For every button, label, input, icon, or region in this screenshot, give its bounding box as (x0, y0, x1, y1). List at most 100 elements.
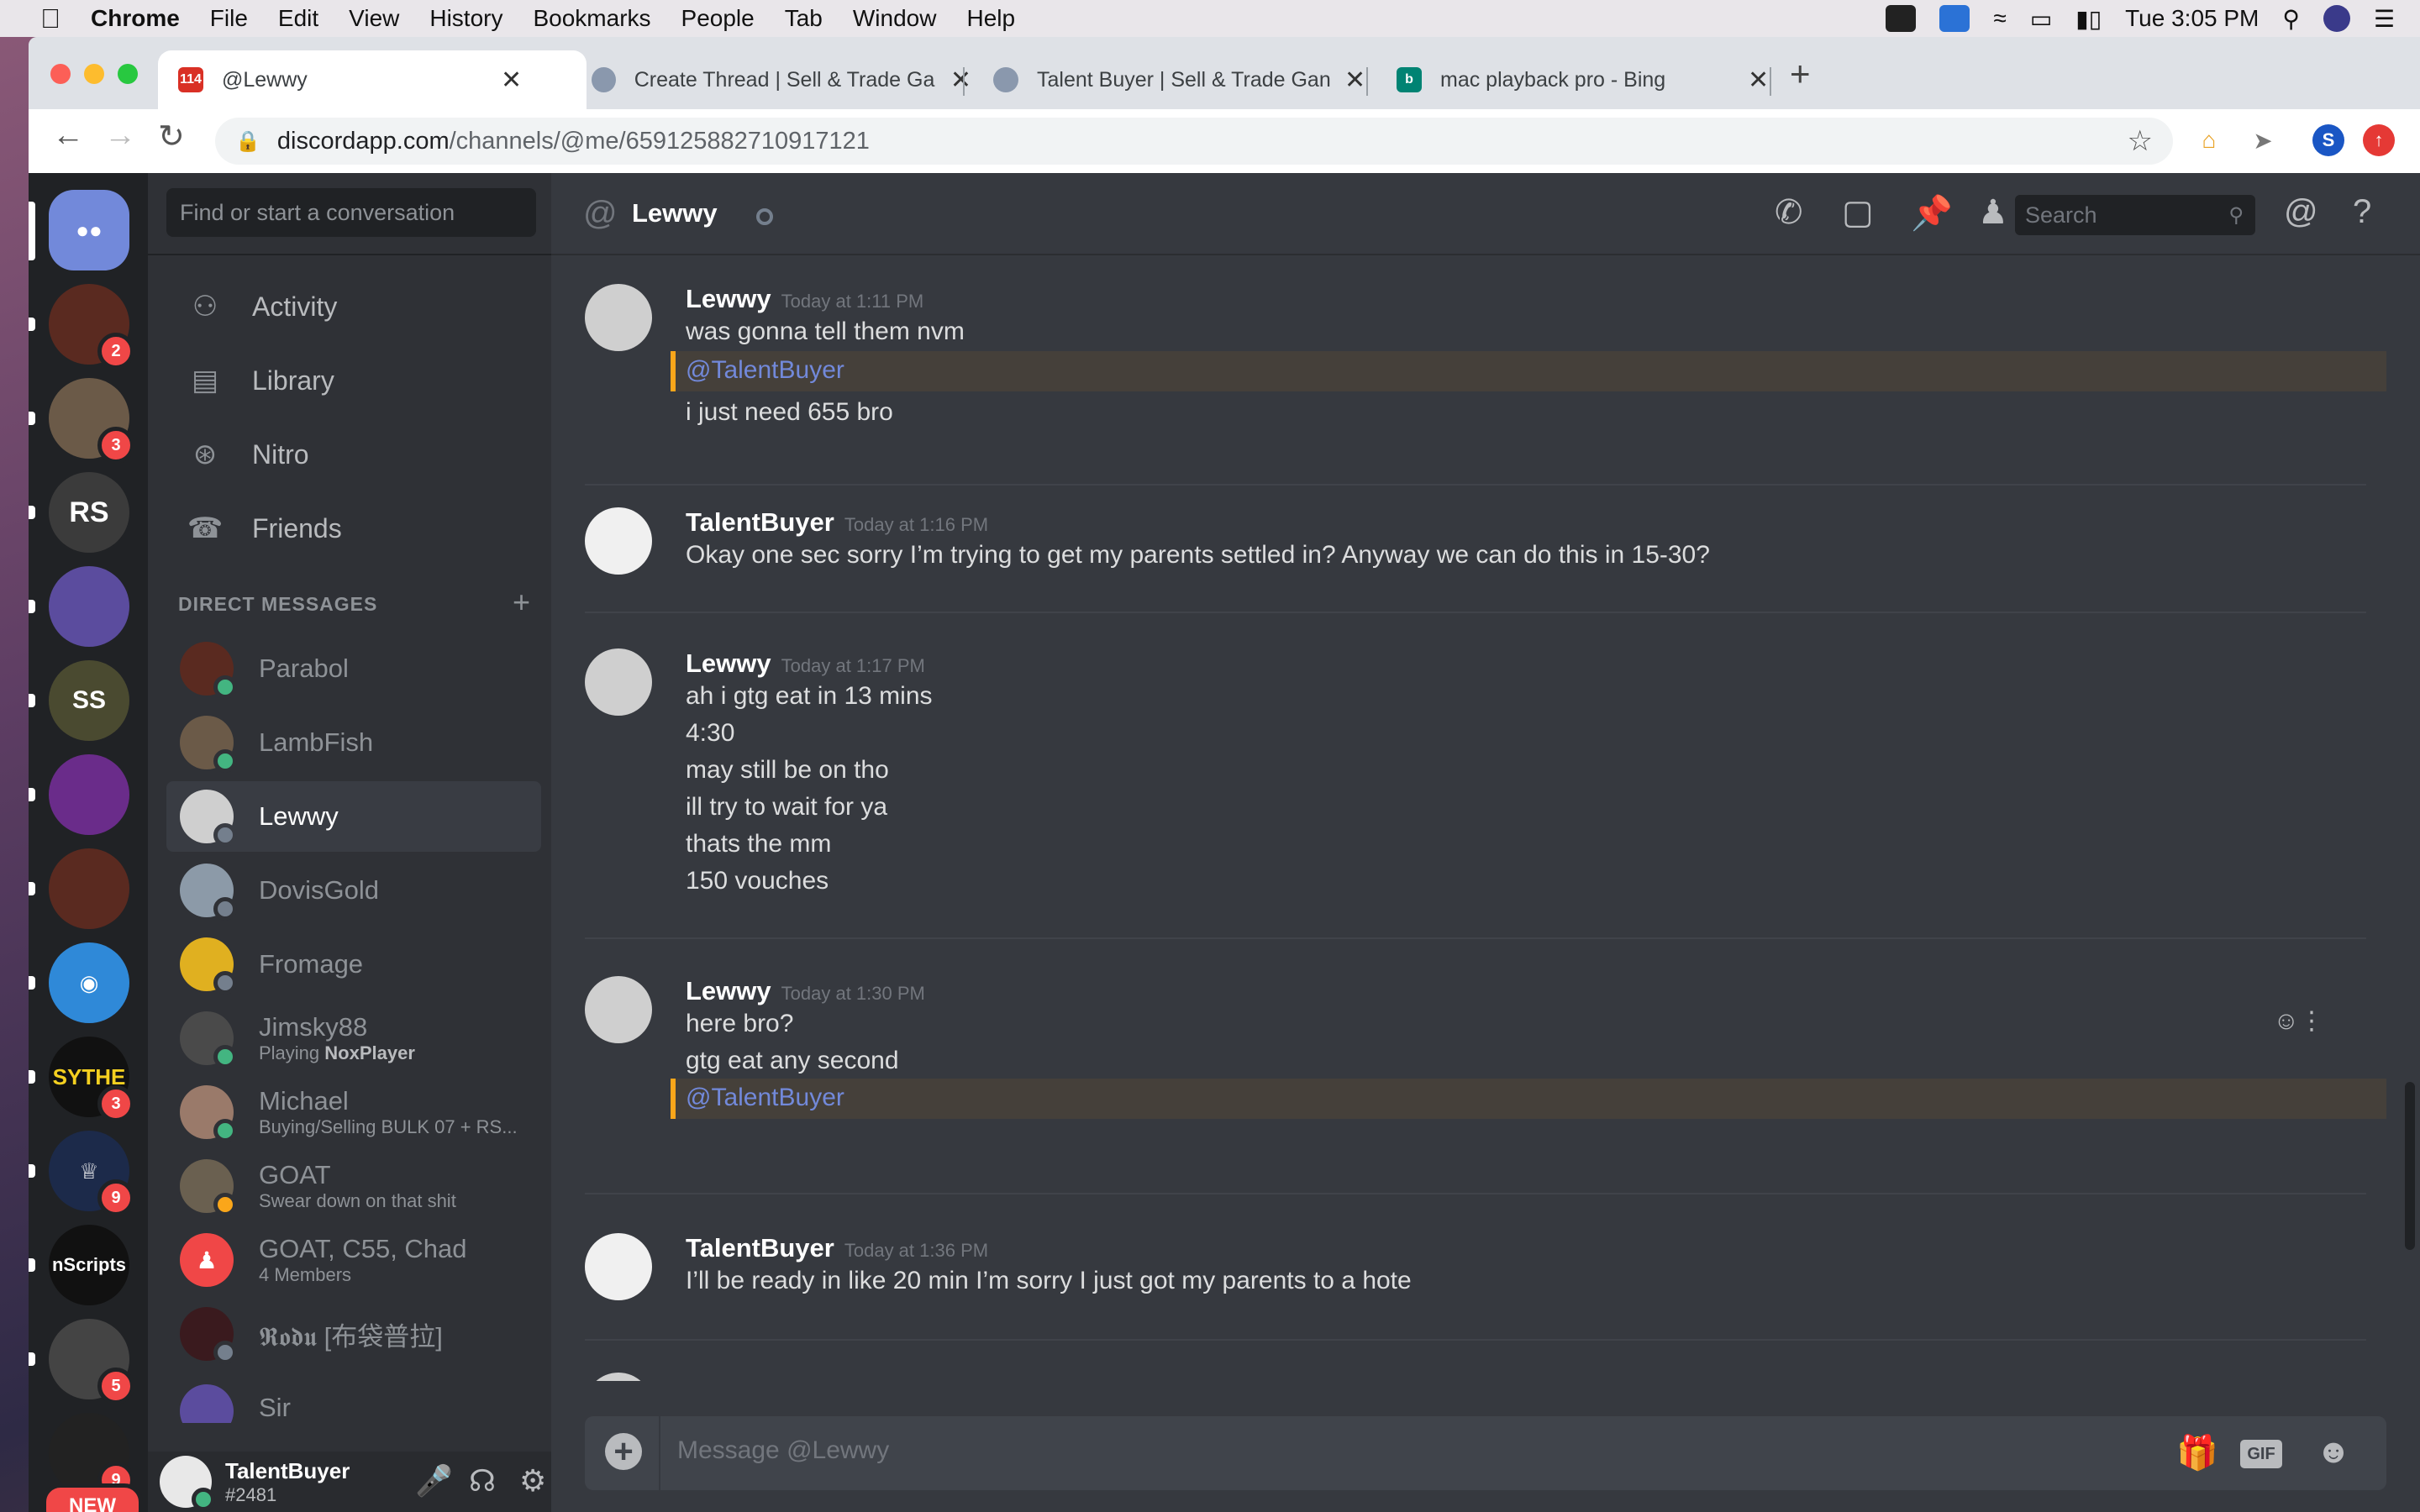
settings-gear-icon[interactable]: ⚙ (519, 1463, 546, 1499)
dm-item-dovisgold[interactable]: DovisGold (166, 855, 541, 926)
extension-bluetooth-icon[interactable]: ➤ (2247, 124, 2279, 156)
nav-activity[interactable]: ⚇ Activity (166, 277, 536, 336)
bookmark-star-icon[interactable]: ☆ (2128, 124, 2153, 158)
mentions-icon[interactable]: @ (2284, 193, 2318, 231)
user-mention[interactable]: @TalentBuyer (686, 356, 844, 385)
dm-item-lambfish[interactable]: LambFish (166, 707, 541, 778)
server-sythe[interactable]: SYTHE 3 (29, 1037, 134, 1122)
close-window-button[interactable] (50, 64, 71, 84)
close-tab-icon[interactable]: ✕ (1748, 66, 1769, 95)
siri-icon[interactable] (2323, 5, 2350, 32)
spotlight-search-icon[interactable]: ⚲ (2282, 5, 2300, 33)
back-arrow-icon[interactable]: ← (52, 118, 84, 154)
add-reaction-icon[interactable]: ☺⋮ (2273, 1006, 2324, 1036)
lock-icon[interactable]: 🔒 (235, 129, 260, 154)
server-purple[interactable] (29, 754, 129, 835)
message-author[interactable]: Lewwy Today at 1:11 PM (686, 284, 923, 314)
author-avatar[interactable] (585, 976, 652, 1043)
nav-library[interactable]: ▤ Library (166, 351, 536, 410)
close-tab-icon[interactable]: ✕ (1344, 66, 1365, 95)
dm-item-fromage[interactable]: Fromage (166, 929, 541, 1000)
zoom-window-button[interactable] (118, 64, 138, 84)
server-ss[interactable]: SS (29, 660, 129, 741)
address-bar[interactable]: 🔒 discordapp.com/channels/@me/6591258827… (215, 118, 2173, 165)
forward-arrow-icon[interactable]: → (104, 118, 136, 154)
notification-center-icon[interactable]: ☰ (2374, 5, 2395, 33)
server-nscripts[interactable]: nScripts (29, 1225, 129, 1305)
mute-microphone-icon[interactable]: 🎤 (415, 1463, 453, 1499)
close-tab-icon[interactable]: ✕ (501, 66, 522, 95)
airplay-icon[interactable]: ▭ (2030, 5, 2052, 33)
clock[interactable]: Tue 3:05 PM (2125, 5, 2259, 32)
dm-item-goat[interactable]: GOAT Swear down on that shit (166, 1151, 541, 1221)
dm-item-parabol[interactable]: Parabol (166, 633, 541, 704)
scrollbar-thumb[interactable] (2405, 1082, 2415, 1250)
server-monkey[interactable]: 3 (29, 378, 134, 464)
menu-bookmarks[interactable]: Bookmarks (533, 5, 650, 32)
menu-history[interactable]: History (429, 5, 502, 32)
help-icon[interactable]: ? (2353, 193, 2371, 231)
menu-app-name[interactable]: Chrome (91, 5, 180, 32)
nav-friends[interactable]: ☎ Friends (166, 499, 536, 558)
discord-home-icon[interactable]: ●● (29, 190, 129, 270)
reload-icon[interactable]: ↻ (158, 118, 185, 155)
wifi-icon[interactable]: ≈ (1993, 5, 2006, 32)
message-author[interactable]: TalentBuyer Today at 1:16 PM (686, 507, 988, 538)
gift-icon[interactable]: 🎁 (2176, 1433, 2218, 1473)
extension-upload-icon[interactable]: ↑ (2363, 124, 2395, 156)
dm-item-group[interactable]: ♟ GOAT, C55, Chad 4 Members (166, 1225, 541, 1295)
app-status-icon[interactable] (1886, 5, 1917, 32)
menu-help[interactable]: Help (966, 5, 1015, 32)
pinned-messages-icon[interactable]: 📌 (1911, 193, 1953, 233)
menu-view[interactable]: View (349, 5, 399, 32)
nav-nitro[interactable]: ⊛ Nitro (166, 425, 536, 484)
apple-menu-icon[interactable]:  (34, 3, 67, 34)
menu-people[interactable]: People (681, 5, 755, 32)
user-mention[interactable]: @TalentBuyer (686, 1084, 844, 1112)
new-tab-icon[interactable]: + (1790, 54, 1811, 94)
upload-plus-icon[interactable]: + (605, 1433, 642, 1470)
author-avatar[interactable] (585, 1373, 652, 1381)
message-input[interactable]: Message @Lewwy (677, 1436, 889, 1465)
author-avatar[interactable] (585, 1233, 652, 1300)
battery-icon[interactable]: ▮▯ (2075, 5, 2102, 33)
server-baoo[interactable]: ♕ 9 (29, 1131, 134, 1216)
dm-item-michael[interactable]: Michael Buying/Selling BULK 07 + RS... (166, 1077, 541, 1147)
message-author[interactable]: TalentBuyer Today at 1:36 PM (686, 1233, 988, 1263)
server-demon[interactable]: 2 (29, 284, 134, 370)
user-info[interactable]: TalentBuyer #2481 (225, 1458, 350, 1506)
headphones-icon[interactable]: ☊ (469, 1463, 496, 1499)
video-call-icon[interactable]: ▢ (1842, 193, 1874, 232)
dm-item-lewwy[interactable]: Lewwy (166, 781, 541, 852)
server-demon-2[interactable] (29, 848, 129, 929)
user-avatar[interactable] (160, 1456, 215, 1511)
menu-edit[interactable]: Edit (278, 5, 318, 32)
emoji-icon[interactable]: ☻ (2316, 1433, 2351, 1471)
message-author[interactable]: Lewwy Today at 1:30 PM (686, 976, 925, 1006)
minimize-window-button[interactable] (84, 64, 104, 84)
add-friend-icon[interactable]: ♟ (1978, 193, 2008, 232)
teamviewer-icon[interactable] (1939, 5, 1970, 32)
menu-tab[interactable]: Tab (785, 5, 823, 32)
message-author[interactable]: Lewwy Today at 1:17 PM (686, 648, 925, 679)
profile-avatar[interactable]: S (2312, 124, 2344, 156)
close-tab-icon[interactable]: ✕ (950, 66, 971, 95)
dm-item-jimsky88[interactable]: Jimsky88 Playing NoxPlayer (166, 1003, 541, 1074)
author-avatar[interactable] (585, 507, 652, 575)
dm-search-input[interactable]: Find or start a conversation (166, 188, 536, 237)
gif-button[interactable]: GIF (2240, 1440, 2282, 1468)
tab-bing[interactable]: b mac playback pro - Bing ✕ (1376, 50, 1776, 109)
author-avatar[interactable] (585, 284, 652, 351)
server-bottom[interactable]: 9 (49, 1413, 134, 1499)
menu-file[interactable]: File (210, 5, 248, 32)
dm-item-sir[interactable]: Sir (166, 1373, 541, 1423)
server-rs[interactable]: RS (29, 472, 129, 553)
dm-item-rodu[interactable]: 𝕽𝖔𝖉𝖚 [布袋普拉] (166, 1299, 541, 1369)
header-search-input[interactable]: Search ⚲ (2015, 195, 2255, 235)
server-skull[interactable]: 5 (29, 1319, 134, 1404)
extension-arc-icon[interactable]: ⌂ (2193, 124, 2225, 156)
create-dm-plus-icon[interactable]: + (513, 585, 531, 620)
tab-create-thread[interactable]: Create Thread | Sell & Trade Ga ✕ (571, 50, 971, 109)
author-avatar[interactable] (585, 648, 652, 716)
tab-lewwy[interactable]: 114 @Lewwy ✕ (158, 50, 587, 109)
